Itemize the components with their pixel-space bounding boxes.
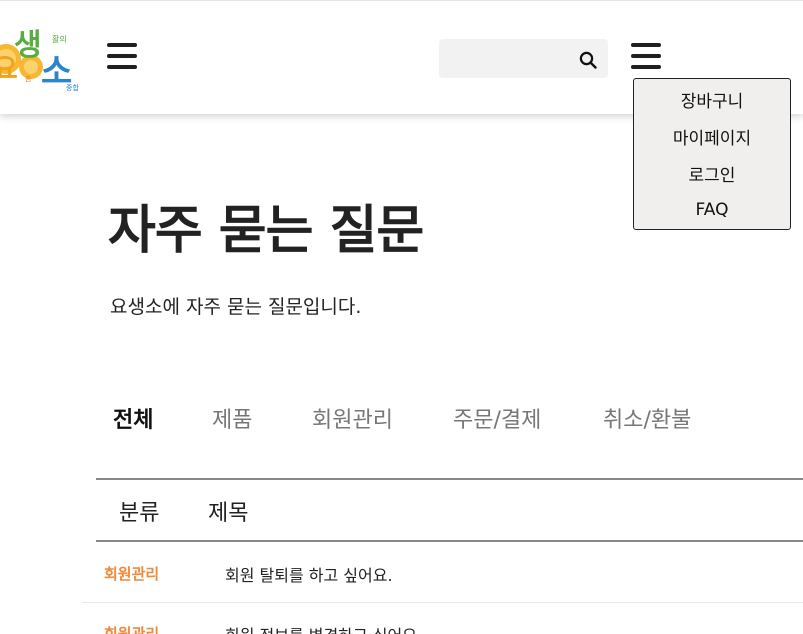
site-logo[interactable]: 요 생 소 활의 츰 중합 <box>0 15 84 95</box>
tab-all[interactable]: 전체 <box>113 402 153 434</box>
menu-item-mypage[interactable]: 마이페이지 <box>634 124 790 149</box>
hamburger-bar <box>107 43 137 47</box>
search-box <box>439 39 608 78</box>
user-dropdown-menu: 장바구니 마이페이지 로그인 FAQ <box>633 78 791 230</box>
menu-item-login[interactable]: 로그인 <box>634 161 790 186</box>
search-input[interactable] <box>439 39 575 78</box>
page-subtitle: 요생소에 자주 묻는 질문입니다. <box>110 296 362 318</box>
logo-small-left: 츰 <box>25 74 32 83</box>
logo-small-top: 활의 <box>52 34 67 44</box>
table-row[interactable]: 회원관리 회원 정보를 변경하고 싶어요. <box>82 603 803 634</box>
tab-products[interactable]: 제품 <box>212 402 252 434</box>
column-header-title: 제목 <box>208 501 249 526</box>
page-title: 자주 묻는 질문 <box>108 201 424 261</box>
menu-item-faq[interactable]: FAQ <box>634 200 790 220</box>
search-icon[interactable] <box>579 51 597 69</box>
hamburger-bar <box>107 65 137 69</box>
row-title: 회원 정보를 변경하고 싶어요. <box>225 622 422 634</box>
row-category: 회원관리 <box>104 565 160 583</box>
row-title: 회원 탈퇴를 하고 싶어요. <box>225 566 393 585</box>
tab-cancel-refund[interactable]: 취소/환불 <box>603 402 691 434</box>
hamburger-bar <box>631 54 661 58</box>
column-header-category: 분류 <box>119 501 160 526</box>
faq-table-header: 분류 제목 <box>96 478 803 542</box>
hamburger-bar <box>631 65 661 69</box>
logo-small-bottom: 중합 <box>66 83 79 92</box>
category-menu-button[interactable] <box>107 43 137 69</box>
hamburger-bar <box>631 43 661 47</box>
hamburger-bar <box>107 54 137 58</box>
row-category: 회원관리 <box>104 625 160 634</box>
tab-order-payment[interactable]: 주문/결제 <box>453 402 541 434</box>
logo-char-2: 생 <box>14 28 42 63</box>
table-row[interactable]: 회원관리 회원 탈퇴를 하고 싶어요. <box>82 543 803 603</box>
user-menu-button[interactable] <box>631 43 661 69</box>
menu-item-cart[interactable]: 장바구니 <box>634 87 790 112</box>
tab-membership[interactable]: 회원관리 <box>312 402 393 434</box>
